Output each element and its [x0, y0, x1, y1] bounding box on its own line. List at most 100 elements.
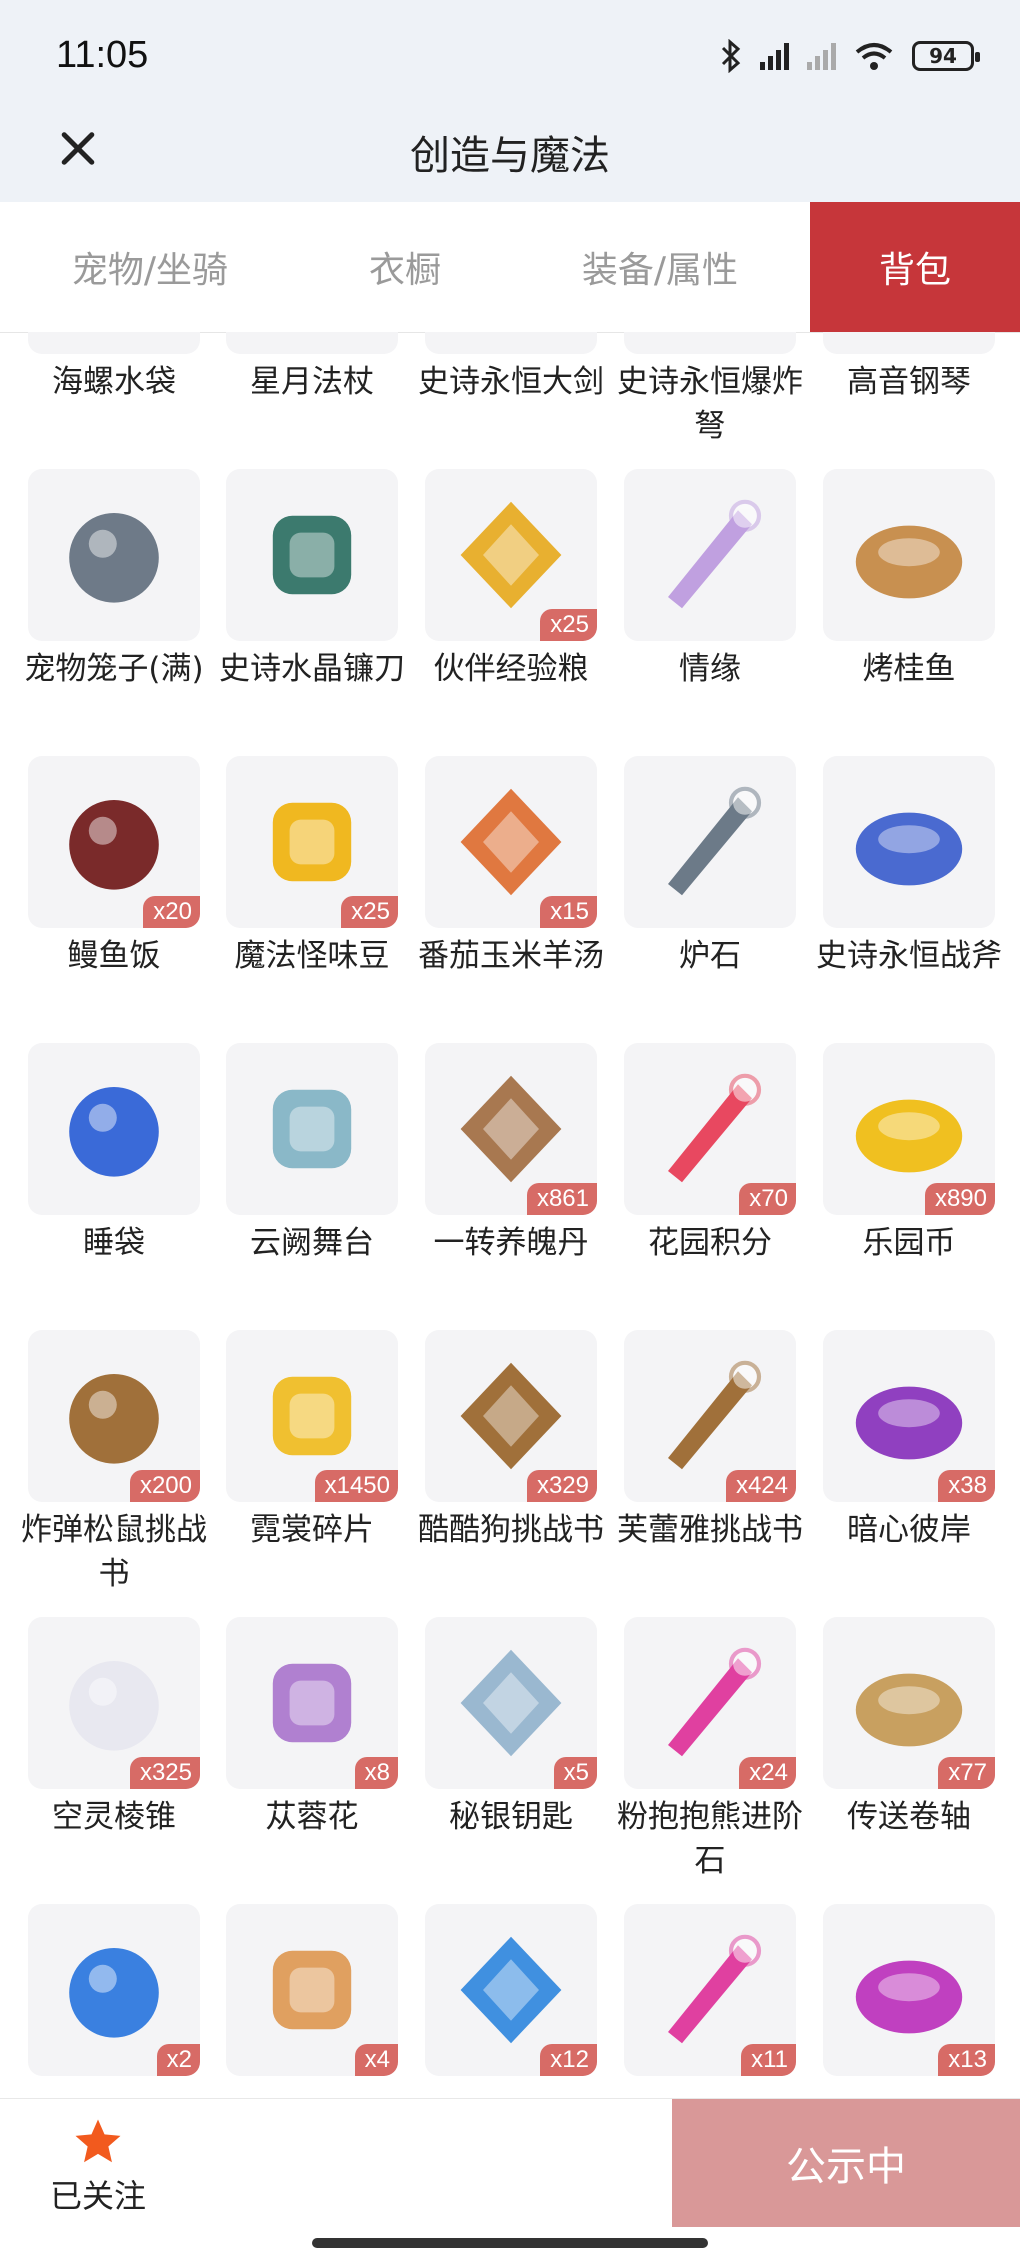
wanted-poster-squirrel-icon — [69, 1374, 159, 1464]
item-thumbnail[interactable]: x12 — [425, 1904, 597, 2076]
item-thumbnail[interactable]: x325 — [28, 1617, 200, 1789]
item-thumbnail[interactable]: x11 — [624, 1904, 796, 2076]
inventory-item[interactable]: x25 伙伴经验粮 — [425, 469, 597, 691]
inventory-item[interactable]: x325 空灵棱锥 — [28, 1617, 200, 1839]
inventory-item[interactable]: 海螺水袋 — [28, 332, 200, 404]
item-thumbnail[interactable]: x5 — [425, 1617, 597, 1789]
item-thumbnail[interactable]: x25 — [425, 469, 597, 641]
star-moon-staff-icon — [242, 332, 382, 338]
item-quantity-badge: x77 — [938, 1757, 995, 1789]
item-row: x200 炸弹松鼠挑战书 x1450 霓裳碎片 x329 酷酷狗挑战书 x424 芙蕾雅挑战书… — [0, 1330, 1020, 1617]
item-thumbnail[interactable] — [425, 332, 597, 354]
public-notice-button[interactable]: 公示中 — [672, 2099, 1020, 2227]
inventory-item[interactable]: x4 — [226, 1904, 398, 2082]
item-thumbnail[interactable]: x861 — [425, 1043, 597, 1215]
item-thumbnail[interactable] — [28, 1043, 200, 1215]
item-thumbnail[interactable] — [823, 332, 995, 354]
inventory-item[interactable]: x38 暗心彼岸 — [823, 1330, 995, 1552]
item-thumbnail[interactable]: x38 — [823, 1330, 995, 1502]
status-icons: 94 — [720, 36, 980, 76]
inventory-item[interactable]: x25 魔法怪味豆 — [226, 756, 398, 978]
item-name: 炉石 — [679, 938, 741, 974]
item-thumbnail[interactable]: x890 — [823, 1043, 995, 1215]
item-thumbnail[interactable]: x200 — [28, 1330, 200, 1502]
tab-backpack[interactable]: 背包 — [810, 202, 1020, 332]
inventory-item[interactable]: x2 — [28, 1904, 200, 2082]
inventory-item[interactable]: 高音钢琴 — [823, 332, 995, 404]
wifi-icon — [855, 43, 893, 70]
inventory-item[interactable]: 烤桂鱼 — [823, 469, 995, 691]
tab-wardrobe[interactable]: 衣橱 — [300, 202, 510, 332]
item-name: 情缘 — [679, 651, 741, 687]
wanted-poster-dog-icon — [460, 1362, 562, 1470]
inventory-item[interactable]: 情缘 — [624, 469, 796, 691]
inventory-item[interactable]: 史诗永恒大剑 — [418, 332, 604, 404]
item-thumbnail[interactable]: x13 — [823, 1904, 995, 2076]
item-thumbnail[interactable] — [823, 756, 995, 928]
inventory-item[interactable]: 宠物笼子(满) — [24, 469, 204, 691]
item-thumbnail[interactable] — [226, 332, 398, 354]
item-thumbnail[interactable]: x1450 — [226, 1330, 398, 1502]
home-indicator[interactable] — [312, 2238, 708, 2248]
item-name: 史诗永恒爆炸弩 — [617, 364, 803, 444]
item-thumbnail[interactable] — [226, 469, 398, 641]
inventory-item[interactable]: x13 — [823, 1904, 995, 2082]
item-thumbnail[interactable] — [624, 332, 796, 354]
bluetooth-icon — [721, 39, 741, 73]
inventory-item[interactable]: x890 乐园币 — [823, 1043, 995, 1265]
item-thumbnail[interactable] — [624, 469, 796, 641]
inventory-item[interactable]: 云阙舞台 — [226, 1043, 398, 1265]
item-thumbnail[interactable]: x25 — [226, 756, 398, 928]
item-quantity-badge: x24 — [739, 1757, 796, 1789]
inventory-item[interactable]: 炉石 — [624, 756, 796, 978]
inventory-item[interactable]: x15 番茄玉米羊汤 — [418, 756, 604, 978]
item-quantity-badge: x11 — [741, 2044, 796, 2076]
item-thumbnail[interactable]: x329 — [425, 1330, 597, 1502]
follow-button[interactable]: 已关注 — [28, 2115, 168, 2215]
inventory-item[interactable]: x200 炸弹松鼠挑战书 — [21, 1330, 207, 1596]
item-thumbnail[interactable]: x70 — [624, 1043, 796, 1215]
inventory-item[interactable]: 史诗水晶镰刀 — [219, 469, 405, 691]
item-name: 云阙舞台 — [250, 1225, 374, 1261]
inventory-item[interactable]: 史诗永恒爆炸弩 — [617, 332, 803, 448]
item-grid[interactable]: 海螺水袋 星月法杖 史诗永恒大剑 史诗永恒爆炸弩 高音钢琴 宠物笼子(满) 史诗水晶镰刀 x2… — [0, 332, 1020, 2098]
inventory-item[interactable]: 睡袋 — [28, 1043, 200, 1265]
item-thumbnail[interactable]: x2 — [28, 1904, 200, 2076]
inventory-item[interactable]: x1450 霓裳碎片 — [226, 1330, 398, 1552]
item-quantity-badge: x890 — [924, 1183, 995, 1215]
item-thumbnail[interactable]: x4 — [226, 1904, 398, 2076]
battery-icon: 94 — [912, 41, 980, 71]
inventory-item[interactable]: x861 一转养魄丹 — [425, 1043, 597, 1265]
inventory-item[interactable]: 史诗永恒战斧 — [816, 756, 1002, 978]
item-thumbnail[interactable]: x424 — [624, 1330, 796, 1502]
inventory-item[interactable]: x5 秘银钥匙 — [425, 1617, 597, 1839]
inventory-item[interactable]: x329 酷酷狗挑战书 — [418, 1330, 604, 1552]
blue-crystal-star-icon — [460, 1936, 562, 2044]
item-thumbnail[interactable]: x77 — [823, 1617, 995, 1789]
garden-points-flower-icon — [668, 1073, 762, 1183]
inventory-item[interactable]: 星月法杖 — [226, 332, 398, 404]
inventory-item[interactable]: x11 — [624, 1904, 796, 2082]
item-thumbnail[interactable] — [624, 756, 796, 928]
item-name: 史诗永恒大剑 — [418, 364, 604, 400]
item-thumbnail[interactable]: x8 — [226, 1617, 398, 1789]
inventory-item[interactable]: x24 粉抱抱熊进阶石 — [617, 1617, 803, 1883]
item-thumbnail[interactable]: x24 — [624, 1617, 796, 1789]
inventory-item[interactable]: x12 — [425, 1904, 597, 2082]
inventory-item[interactable]: x70 花园积分 — [624, 1043, 796, 1265]
inventory-item[interactable]: x20 鳗鱼饭 — [28, 756, 200, 978]
inventory-item[interactable]: x424 芙蕾雅挑战书 — [617, 1330, 803, 1552]
tab-equipment[interactable]: 装备/属性 — [510, 202, 810, 332]
item-thumbnail[interactable] — [28, 469, 200, 641]
tab-pets-mounts[interactable]: 宠物/坐骑 — [0, 202, 300, 332]
item-thumbnail[interactable] — [226, 1043, 398, 1215]
inventory-item[interactable]: x77 传送卷轴 — [823, 1617, 995, 1839]
item-name: 花园积分 — [648, 1225, 772, 1261]
inventory-item[interactable]: x8 苁蓉花 — [226, 1617, 398, 1839]
item-thumbnail[interactable]: x20 — [28, 756, 200, 928]
item-thumbnail[interactable] — [28, 332, 200, 354]
item-quantity-badge: x70 — [739, 1183, 796, 1215]
item-thumbnail[interactable]: x15 — [425, 756, 597, 928]
item-quantity-badge: x15 — [540, 896, 597, 928]
item-thumbnail[interactable] — [823, 469, 995, 641]
